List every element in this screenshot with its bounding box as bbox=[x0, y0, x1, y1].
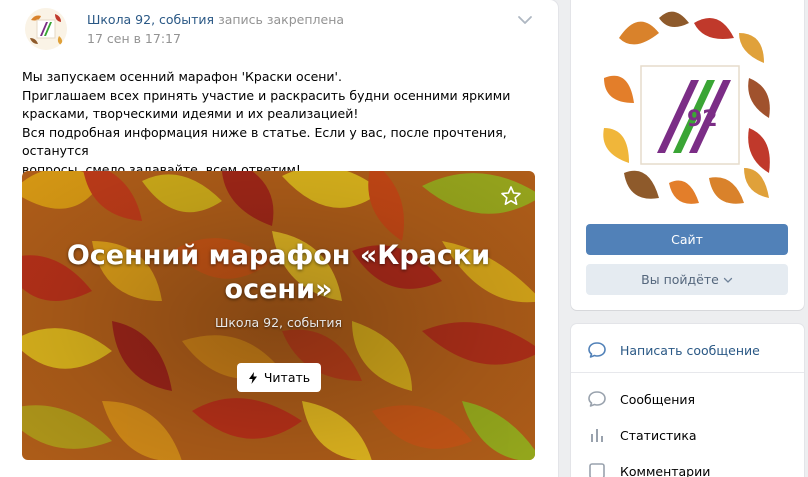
post-date[interactable]: 17 сен в 17:17 bbox=[87, 31, 181, 46]
wall-post: Школа 92, события запись закреплена 17 с… bbox=[0, 0, 558, 477]
stats-bars-icon bbox=[591, 429, 603, 442]
article-author: Школа 92, события bbox=[214, 315, 343, 330]
article-snippet[interactable]: Осенний марафон «Краски осени» Школа 92,… bbox=[22, 171, 535, 460]
read-article-button[interactable]: Читать bbox=[237, 363, 321, 392]
comments-item[interactable]: Комментарии bbox=[571, 455, 804, 477]
comments-label: Комментарии bbox=[620, 463, 711, 477]
post-text: Мы запускаем осенний марафон 'Краски осе… bbox=[22, 68, 542, 179]
messages-label: Сообщения bbox=[620, 391, 696, 407]
group-logo-image[interactable]: 92 bbox=[599, 8, 781, 208]
chevron-down-icon bbox=[723, 277, 732, 283]
write-message-label: Написать сообщение bbox=[620, 342, 760, 358]
post-text-line: Мы запускаем осенний марафон 'Краски осе… bbox=[22, 69, 342, 84]
post-text-line: Приглашаем всех принять участие и раскра… bbox=[22, 87, 511, 103]
lightning-icon bbox=[248, 371, 257, 384]
star-icon[interactable] bbox=[500, 185, 522, 207]
message-bubble-icon bbox=[588, 342, 606, 358]
write-message-item[interactable]: Написать сообщение bbox=[571, 334, 804, 366]
cover-logo-number: 92 bbox=[687, 107, 718, 132]
message-bubble-outline-icon bbox=[588, 391, 606, 407]
messages-item[interactable]: Сообщения bbox=[571, 383, 804, 415]
group-actions-card: Написать сообщение Сообщения Статистика … bbox=[571, 324, 804, 477]
post-pinned-label: запись закреплена bbox=[218, 12, 345, 27]
article-title: Осенний марафон «Краски осени» bbox=[66, 240, 491, 305]
post-author-link[interactable]: Школа 92, события bbox=[87, 12, 214, 27]
post-text-line: Вся подробная информация ниже в статье. … bbox=[22, 124, 507, 159]
comment-square-icon bbox=[589, 463, 605, 477]
read-button-label: Читать bbox=[263, 370, 311, 385]
chevron-down-icon[interactable] bbox=[517, 14, 533, 26]
going-button[interactable]: Вы пойдёте bbox=[586, 264, 788, 295]
group-avatar[interactable] bbox=[25, 8, 67, 50]
site-button[interactable]: Сайт bbox=[586, 224, 788, 255]
group-cover-card: 92 Сайт Вы пойдёте bbox=[571, 0, 804, 310]
statistics-item[interactable]: Статистика bbox=[571, 419, 804, 451]
statistics-label: Статистика bbox=[620, 427, 697, 443]
post-text-line: красками, творческими идеями и их реализ… bbox=[22, 106, 359, 121]
post-author-line: Школа 92, события запись закреплена bbox=[87, 12, 344, 27]
actions-divider bbox=[571, 372, 804, 373]
going-button-label: Вы пойдёте bbox=[641, 272, 719, 287]
